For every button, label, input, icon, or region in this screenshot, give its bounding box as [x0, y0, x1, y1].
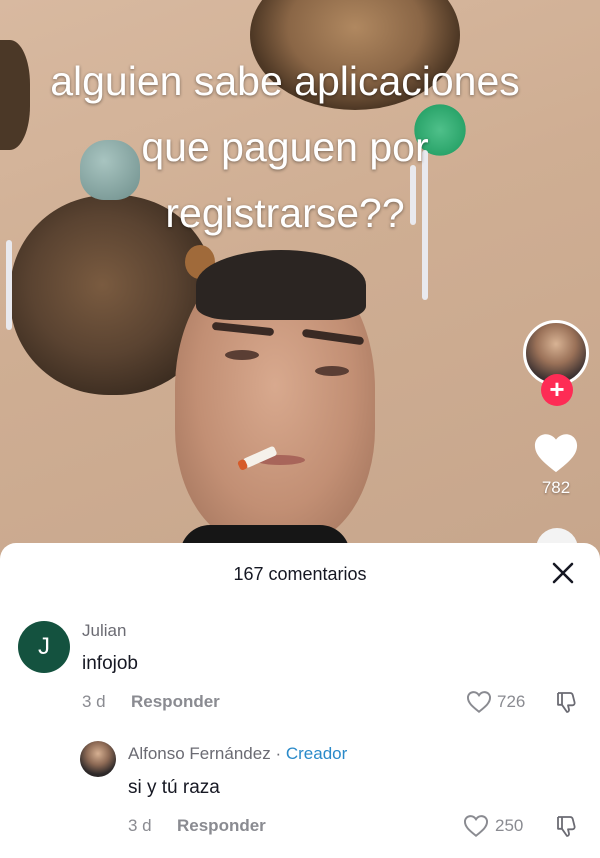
- person-hair: [196, 250, 366, 320]
- comment-username-row: Alfonso Fernández · Creador: [128, 744, 347, 764]
- caption-line: alguien sabe aplicaciones: [50, 58, 520, 104]
- caption-line: que paguen por: [141, 124, 429, 170]
- video-like-count: 782: [541, 478, 571, 497]
- comments-count-title: 167 comentarios: [233, 564, 367, 584]
- eye: [315, 366, 349, 376]
- comment-like-count: 726: [497, 692, 526, 711]
- close-icon[interactable]: [551, 561, 575, 585]
- reply-button[interactable]: Responder: [177, 816, 266, 836]
- comment-username[interactable]: Alfonso Fernández: [128, 744, 271, 763]
- caption-line: registrarse??: [165, 190, 405, 236]
- heart-icon[interactable]: [533, 431, 579, 475]
- comment-username[interactable]: Julian: [82, 621, 126, 641]
- follow-button[interactable]: +: [541, 374, 573, 406]
- avatar[interactable]: [80, 741, 116, 777]
- heart-outline-icon[interactable]: [463, 814, 489, 838]
- video-player[interactable]: alguien sabe aplicaciones que paguen por…: [0, 0, 600, 560]
- wind-chime: [6, 240, 12, 330]
- creator-badge: Creador: [285, 744, 348, 763]
- eye: [225, 350, 259, 360]
- heart-outline-icon[interactable]: [466, 690, 492, 714]
- comments-sheet: 167 comentarios J Julian infojob 3 d Res…: [0, 543, 600, 858]
- reply-button[interactable]: Responder: [131, 692, 220, 712]
- separator-dot: ·: [275, 744, 282, 763]
- comment-text: si y tú raza: [128, 777, 220, 798]
- comment-like-count: 250: [495, 816, 524, 835]
- comment-text: infojob: [82, 653, 138, 674]
- comment-timestamp: 3 d: [82, 692, 106, 711]
- dislike-icon[interactable]: [554, 690, 578, 714]
- plus-icon: +: [549, 374, 565, 404]
- video-caption: alguien sabe aplicaciones que paguen por…: [0, 48, 570, 246]
- comment-timestamp: 3 d: [128, 816, 152, 835]
- avatar[interactable]: J: [18, 621, 70, 673]
- avatar-letter: J: [38, 633, 50, 660]
- dislike-icon[interactable]: [554, 814, 578, 838]
